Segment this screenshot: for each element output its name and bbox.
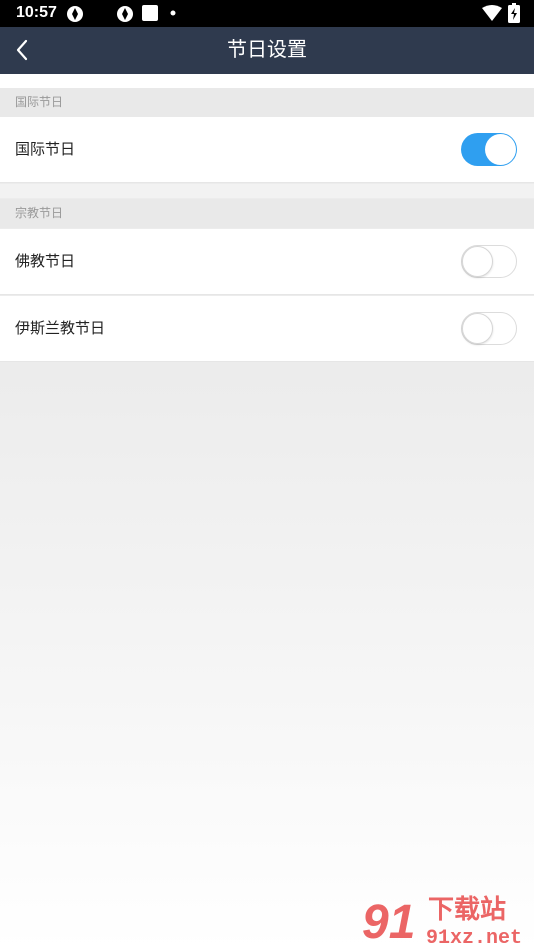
row-label: 国际节日 — [15, 141, 76, 158]
islamic-festival-toggle[interactable] — [461, 312, 517, 345]
toggle-knob — [485, 134, 516, 165]
toggle-knob — [462, 313, 493, 344]
list-item: 伊斯兰教节日 — [0, 296, 534, 362]
buddhist-festival-toggle[interactable] — [461, 245, 517, 278]
shutter-icon — [67, 6, 83, 22]
status-time: 10:57 — [16, 4, 57, 21]
row-label: 佛教节日 — [15, 253, 76, 270]
watermark-logo: 91 下载站 91xz.net — [362, 895, 522, 948]
spacer — [0, 184, 534, 198]
shutter-icon — [117, 6, 133, 22]
spacer — [0, 74, 534, 88]
app-header: 节日设置 — [0, 27, 534, 74]
section-header-religious: 宗教节日 — [0, 199, 534, 228]
page-title: 节日设置 — [227, 39, 307, 61]
international-festival-toggle[interactable] — [461, 133, 517, 166]
battery-icon — [508, 3, 520, 23]
notification-dot-icon — [170, 10, 176, 16]
watermark-bottom-text: 91xz.net — [426, 927, 522, 948]
row-label: 伊斯兰教节日 — [15, 320, 106, 337]
status-bar: 10:57 — [0, 0, 534, 27]
list-item: 佛教节日 — [0, 229, 534, 295]
square-app-icon — [142, 5, 158, 21]
toggle-knob — [462, 246, 493, 277]
list-item: 国际节日 — [0, 117, 534, 183]
svg-text:91: 91 — [362, 896, 415, 948]
watermark-top-text: 下载站 — [428, 895, 506, 925]
wifi-icon — [482, 5, 502, 21]
section-header-international: 国际节日 — [0, 88, 534, 117]
